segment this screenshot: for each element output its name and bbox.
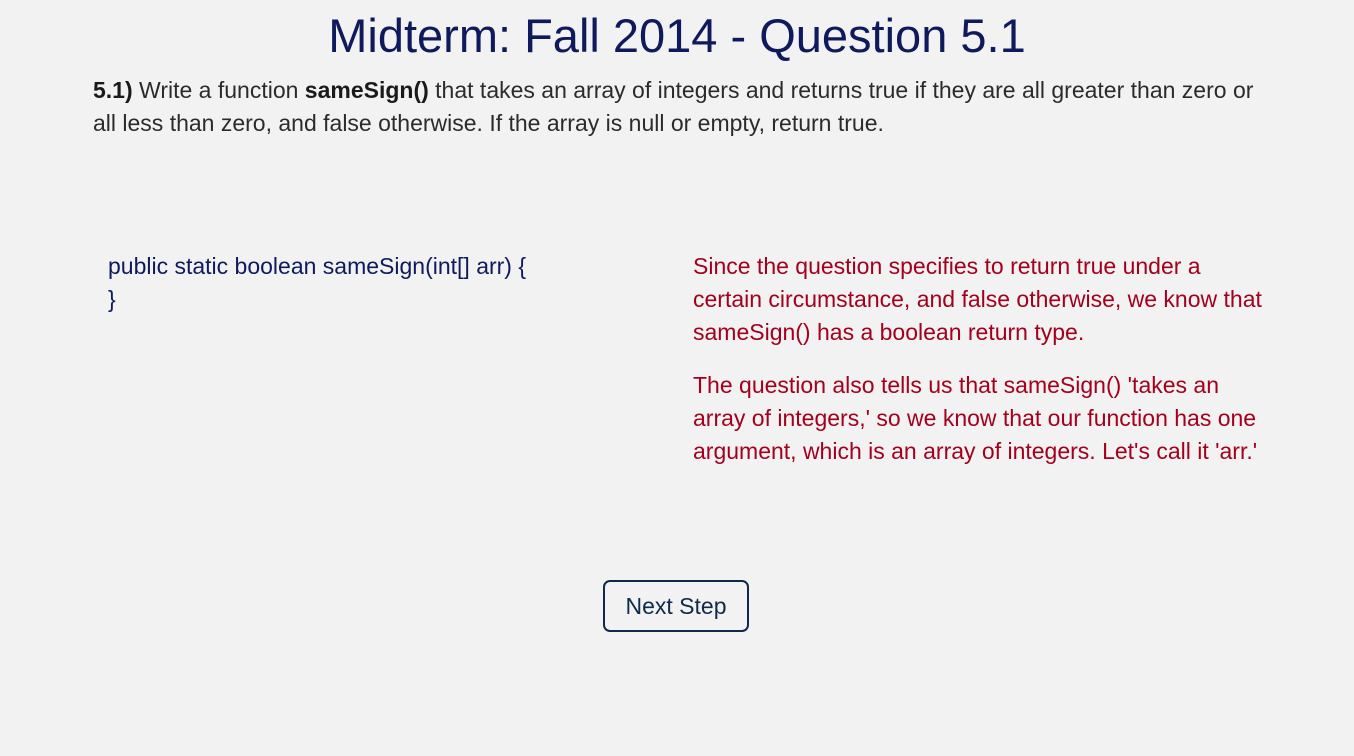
question-text: 5.1) Write a function sameSign() that ta… xyxy=(93,74,1263,140)
code-line-closing-brace: } xyxy=(108,286,116,312)
question-number: 5.1) xyxy=(93,77,133,103)
next-step-button[interactable]: Next Step xyxy=(603,580,749,632)
question-text-before: Write a function xyxy=(132,77,305,103)
code-snippet: public static boolean sameSign(int[] arr… xyxy=(108,250,526,316)
explanation-panel: Since the question specifies to return t… xyxy=(693,250,1263,488)
function-name: sameSign() xyxy=(304,77,429,103)
explanation-paragraph-2: The question also tells us that sameSign… xyxy=(693,372,1258,464)
explanation-paragraph-1: Since the question specifies to return t… xyxy=(693,253,1262,345)
code-line-signature: public static boolean sameSign(int[] arr… xyxy=(108,253,527,279)
page-title: Midterm: Fall 2014 - Question 5.1 xyxy=(328,9,1026,62)
